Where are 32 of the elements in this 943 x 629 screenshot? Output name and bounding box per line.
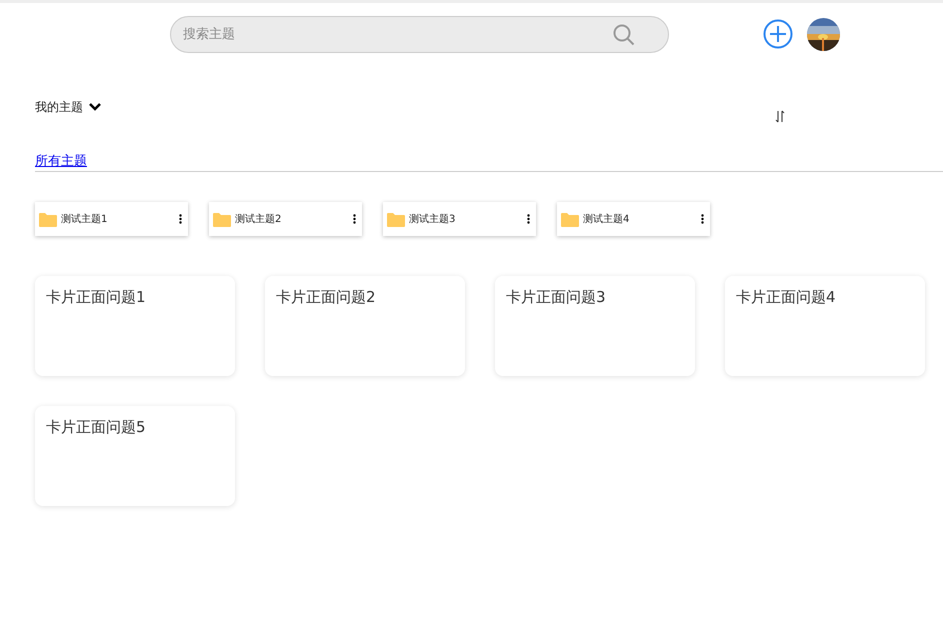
section-title: 我的主题 xyxy=(35,98,83,116)
question-card[interactable]: 卡片正面问题1 xyxy=(35,276,235,376)
more-icon[interactable] xyxy=(701,214,704,224)
question-card[interactable]: 卡片正面问题2 xyxy=(265,276,465,376)
chevron-icon[interactable] xyxy=(89,102,101,112)
more-icon[interactable] xyxy=(179,214,182,224)
topic-name: 测试主题2 xyxy=(235,212,282,226)
topic-card[interactable]: 测试主题1 xyxy=(35,202,188,236)
folder-icon xyxy=(39,212,57,226)
more-icon[interactable] xyxy=(353,214,356,224)
topic-card[interactable]: 测试主题4 xyxy=(557,202,710,236)
sort-icon[interactable] xyxy=(775,110,785,123)
question-card[interactable]: 卡片正面问题4 xyxy=(725,276,925,376)
question-text: 卡片正面问题3 xyxy=(506,288,606,306)
question-card[interactable]: 卡片正面问题3 xyxy=(495,276,695,376)
topic-card[interactable]: 测试主题3 xyxy=(383,202,536,236)
topic-name: 测试主题3 xyxy=(409,212,456,226)
all-topics-link[interactable]: 所有主题 xyxy=(35,154,87,169)
add-icon[interactable] xyxy=(763,19,793,49)
topic-name: 测试主题1 xyxy=(61,212,108,226)
more-icon[interactable] xyxy=(527,214,530,224)
question-card[interactable]: 卡片正面问题5 xyxy=(35,406,235,506)
question-text: 卡片正面问题5 xyxy=(46,418,146,436)
topic-card[interactable]: 测试主题2 xyxy=(209,202,362,236)
search-field[interactable]: 搜索主题 xyxy=(170,16,669,52)
topic-name: 测试主题4 xyxy=(583,212,630,226)
folder-icon xyxy=(561,212,579,226)
folder-icon xyxy=(387,212,405,226)
question-text: 卡片正面问题4 xyxy=(736,288,836,306)
folder-icon xyxy=(213,212,231,226)
question-text: 卡片正面问题2 xyxy=(276,288,376,306)
question-text: 卡片正面问题1 xyxy=(46,288,146,306)
